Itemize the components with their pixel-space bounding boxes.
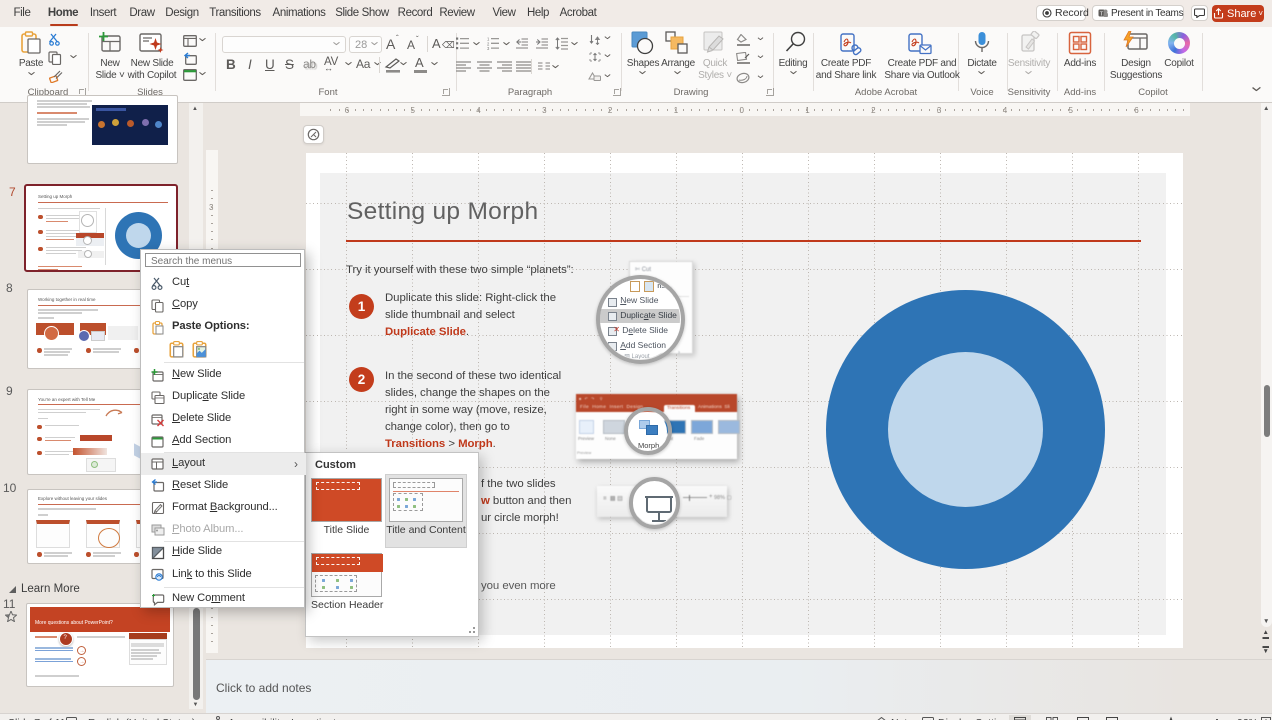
svg-text:3: 3: [487, 46, 490, 50]
